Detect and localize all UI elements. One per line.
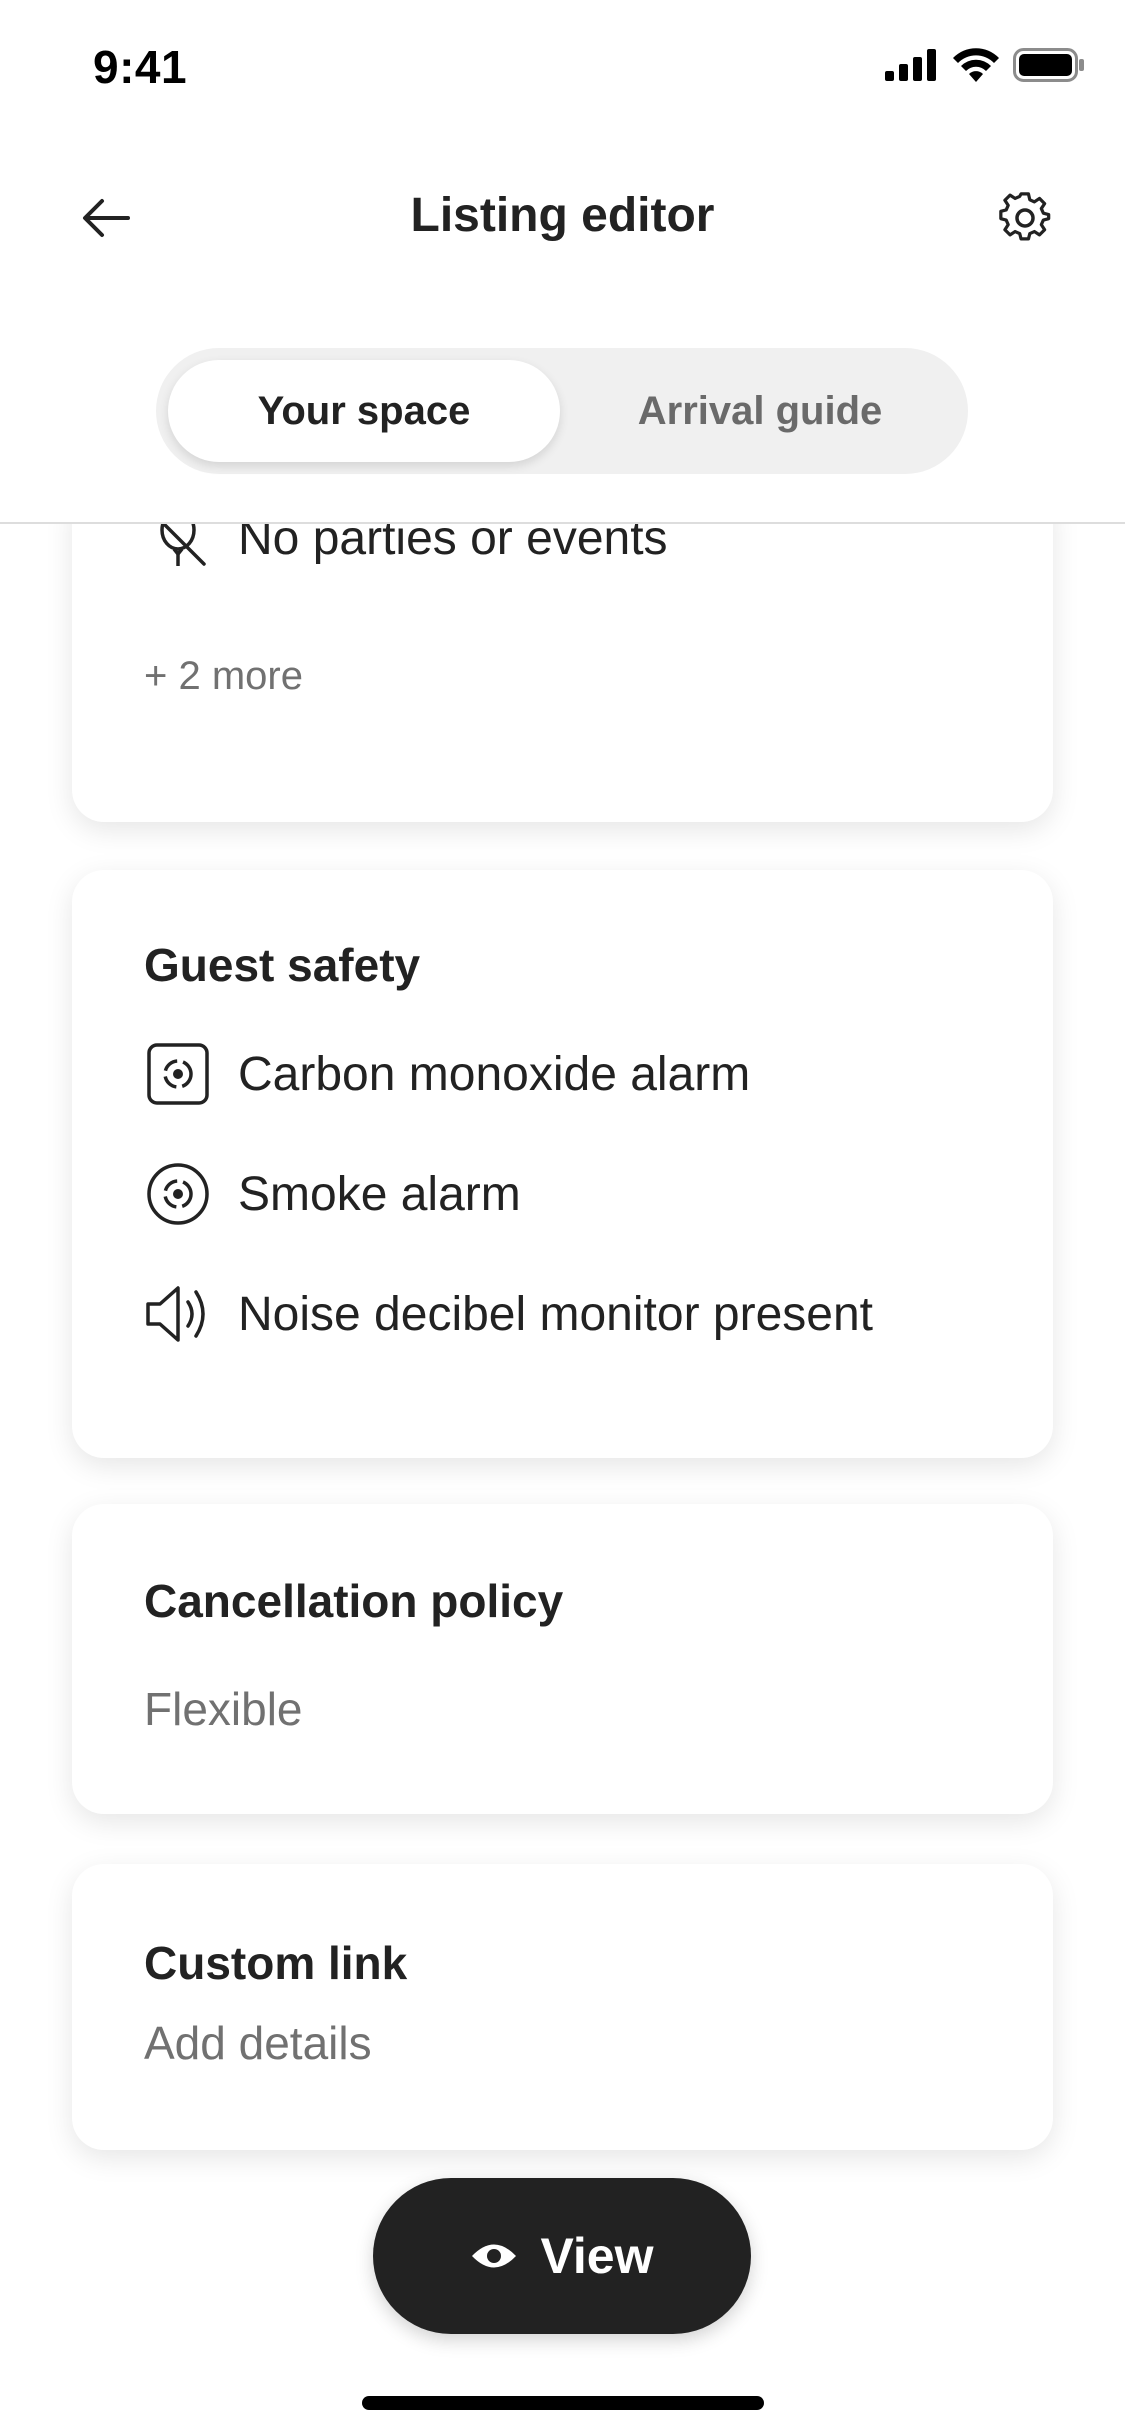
eye-icon <box>472 2244 517 2268</box>
no-parties-icon <box>144 524 212 572</box>
view-button-label: View <box>540 2228 654 2284</box>
tab-your-space[interactable]: Your space <box>168 360 560 462</box>
list-item-label: Noise decibel monitor present <box>238 1287 873 1341</box>
list-item: No parties or events <box>144 524 668 572</box>
wifi-icon <box>953 48 999 82</box>
view-button[interactable]: View <box>373 2178 751 2334</box>
card-value: Add details <box>144 2017 372 2069</box>
list-item: Smoke alarm <box>144 1160 521 1228</box>
status-bar: 9:41 <box>0 0 1125 132</box>
scroll-content[interactable]: No parties or events + 2 more Guest safe… <box>0 524 1125 2436</box>
guest-safety-card[interactable]: Guest safety Carbon monoxide alarm Smoke… <box>72 870 1053 1458</box>
home-indicator <box>362 2396 764 2410</box>
card-title: Custom link <box>144 1937 408 1989</box>
show-more-link[interactable]: + 2 more <box>144 654 303 699</box>
list-item-label: Carbon monoxide alarm <box>238 1047 751 1101</box>
battery-icon <box>1013 48 1084 82</box>
custom-link-card[interactable]: Custom link Add details <box>72 1864 1053 2150</box>
smoke-alarm-icon <box>144 1160 212 1228</box>
card-title: Cancellation policy <box>144 1575 564 1627</box>
cancellation-policy-card[interactable]: Cancellation policy Flexible <box>72 1504 1053 1814</box>
page-title: Listing editor <box>410 189 715 242</box>
segmented-tabs: Your space Arrival guide <box>156 348 968 474</box>
status-icons <box>885 48 1085 82</box>
list-item: Noise decibel monitor present <box>144 1280 873 1348</box>
list-item-label: No parties or events <box>238 524 668 565</box>
status-time: 9:41 <box>93 41 188 93</box>
cellular-signal-icon <box>885 49 936 81</box>
settings-button[interactable] <box>989 182 1061 254</box>
house-rules-card[interactable]: No parties or events + 2 more <box>72 524 1053 822</box>
card-title: Guest safety <box>144 939 421 991</box>
card-value: Flexible <box>144 1683 303 1735</box>
carbon-monoxide-icon <box>144 1040 212 1108</box>
header: Listing editor <box>0 160 1125 270</box>
speaker-icon <box>144 1280 212 1348</box>
gear-icon <box>999 192 1051 241</box>
list-item: Carbon monoxide alarm <box>144 1040 750 1108</box>
list-item-label: Smoke alarm <box>238 1167 521 1221</box>
tab-arrival-guide[interactable]: Arrival guide <box>564 360 956 462</box>
listing-editor-screen: 9:41 Listing editor Your space Arrival g… <box>0 0 1125 2436</box>
